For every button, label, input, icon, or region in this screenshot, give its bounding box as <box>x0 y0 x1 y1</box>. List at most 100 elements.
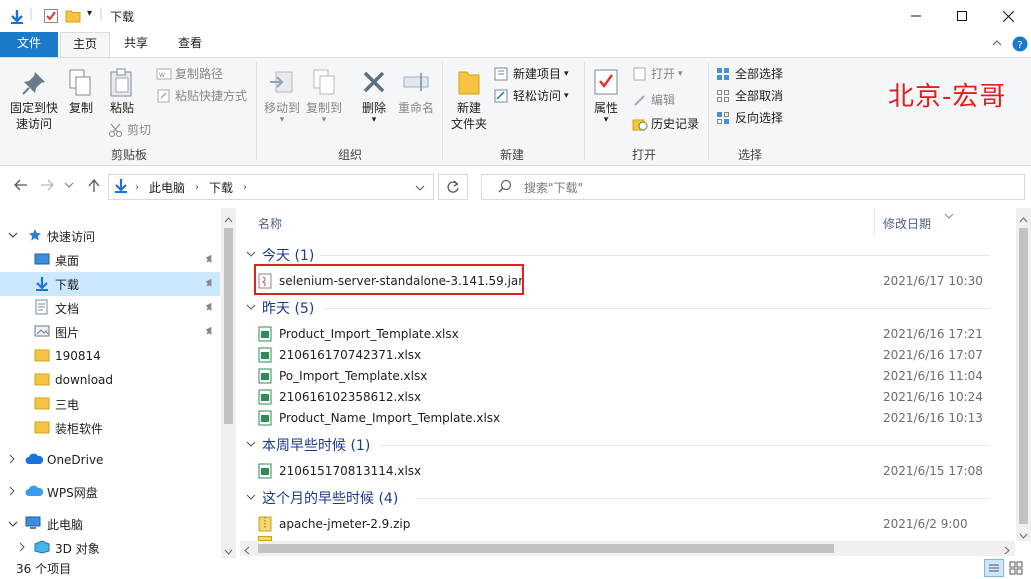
edit-button[interactable]: 编辑 <box>632 92 675 108</box>
collapse-ribbon-icon[interactable] <box>991 37 1003 52</box>
nav-wps[interactable]: WPS网盘 <box>0 480 220 504</box>
column-header-date[interactable]: 修改日期 <box>883 215 931 232</box>
collapse-chevron-icon[interactable] <box>246 493 256 504</box>
tab-file[interactable]: 文件 <box>0 32 58 57</box>
file-row[interactable]: apache-jmeter-2.9.zip 2021/6/2 9:00 <box>254 513 991 534</box>
file-list-scroll-thumb[interactable] <box>1019 228 1028 524</box>
refresh-button[interactable] <box>438 174 468 200</box>
group-header-yesterday[interactable]: 昨天 (5) <box>246 297 314 319</box>
nav-onedrive[interactable]: OneDrive <box>0 448 220 472</box>
item-count: 36 个项目 <box>16 562 72 576</box>
file-list-scrollbar[interactable] <box>1016 208 1031 541</box>
easy-access-button[interactable]: 轻松访问 ▾ <box>494 88 569 104</box>
scroll-down-icon[interactable] <box>1019 528 1028 542</box>
nav-item-folder-download[interactable]: download <box>0 368 220 392</box>
up-arrow-icon[interactable] <box>88 178 100 197</box>
column-separator[interactable] <box>874 208 875 236</box>
recent-locations-icon[interactable] <box>64 181 74 192</box>
nav-quick-access[interactable]: 快速访问 <box>0 224 220 248</box>
expand-chevron-icon[interactable] <box>8 231 18 242</box>
scroll-up-icon[interactable] <box>224 212 233 226</box>
scroll-left-icon[interactable] <box>244 544 250 558</box>
horizontal-scroll-thumb[interactable] <box>258 544 834 553</box>
maximize-button[interactable] <box>939 0 985 32</box>
history-button[interactable]: 历史记录 <box>632 116 699 132</box>
scroll-up-icon[interactable] <box>1019 212 1028 226</box>
nav-item-pictures[interactable]: 图片 <box>0 320 220 344</box>
address-dropdown-icon[interactable] <box>415 181 425 195</box>
forward-arrow-icon[interactable] <box>40 179 54 195</box>
nav-this-pc[interactable]: 此电脑 <box>0 512 220 536</box>
minimize-button[interactable] <box>893 0 939 32</box>
paste-button[interactable]: 粘贴 <box>104 68 140 116</box>
nav-scrollbar[interactable] <box>221 208 236 558</box>
ribbon-tabs: 文件 主页 共享 查看 ? <box>0 32 1031 58</box>
horizontal-scrollbar[interactable] <box>240 541 1015 556</box>
nav-item-folder-sandian[interactable]: 三电 <box>0 392 220 416</box>
delete-button[interactable]: 删除 ▾ <box>356 68 392 125</box>
search-box[interactable]: 搜索"下载" <box>481 174 1025 200</box>
breadcrumb-chevron-icon: › <box>243 181 248 193</box>
group-header-today[interactable]: 今天 (1) <box>246 244 314 266</box>
scroll-down-icon[interactable] <box>224 544 233 558</box>
nav-item-documents[interactable]: 文档 <box>0 296 220 320</box>
nav-item-folder-190814[interactable]: 190814 <box>0 344 220 368</box>
expand-chevron-icon[interactable] <box>8 485 16 499</box>
collapse-chevron-icon[interactable] <box>246 440 256 451</box>
pin-icon[interactable] <box>205 278 215 291</box>
nav-3d-objects[interactable]: 3D 对象 <box>0 536 220 560</box>
nav-item-downloads[interactable]: 下载 <box>0 272 220 296</box>
open-button[interactable]: 打开 ▾ <box>632 66 683 82</box>
paste-shortcut-button[interactable]: 粘贴快捷方式 <box>156 88 247 104</box>
file-row[interactable]: Product_Name_Import_Template.xlsx 2021/6… <box>254 407 991 428</box>
copy-path-button[interactable]: W 复制路径 <box>156 66 223 82</box>
group-header-earlier-this-month[interactable]: 这个月的早些时候 (4) <box>246 487 398 509</box>
new-item-button[interactable]: 新建项目 ▾ <box>494 66 569 82</box>
collapse-chevron-icon[interactable] <box>246 303 256 314</box>
scroll-right-icon[interactable] <box>1004 544 1010 558</box>
file-row[interactable]: 210616102358612.xlsx 2021/6/16 10:24 <box>254 386 991 407</box>
file-row[interactable]: Po_Import_Template.xlsx 2021/6/16 11:04 <box>254 365 991 386</box>
tab-view[interactable]: 查看 <box>166 32 214 57</box>
move-to-button[interactable]: 移动到 ▾ <box>262 68 302 125</box>
file-row[interactable]: Product_Import_Template.xlsx 2021/6/16 1… <box>254 323 991 344</box>
file-row[interactable]: 210615170813114.xlsx 2021/6/15 17:08 <box>254 460 991 481</box>
tab-home[interactable]: 主页 <box>60 32 111 58</box>
new-folder-button[interactable]: 新建 文件夹 <box>448 68 490 132</box>
download-folder-icon[interactable] <box>8 8 26 29</box>
group-header-earlier-this-week[interactable]: 本周早些时候 (1) <box>246 434 370 456</box>
nav-item-desktop[interactable]: 桌面 <box>0 248 220 272</box>
expand-chevron-icon[interactable] <box>8 517 18 531</box>
collapse-chevron-icon[interactable] <box>246 250 256 261</box>
back-arrow-icon[interactable] <box>14 179 28 195</box>
new-folder-icon[interactable] <box>65 8 81 27</box>
rename-button[interactable]: 重命名 <box>396 68 436 116</box>
breadcrumb-downloads[interactable]: 下载 <box>209 179 233 196</box>
properties-icon[interactable] <box>43 8 59 27</box>
close-button[interactable] <box>985 0 1031 32</box>
column-header-name[interactable]: 名称 <box>258 215 282 232</box>
pin-icon[interactable] <box>205 326 215 339</box>
customize-toolbar-icon[interactable]: ▾ <box>87 8 92 19</box>
copy-to-button[interactable]: 复制到 ▾ <box>304 68 344 125</box>
large-icons-view-button[interactable] <box>1008 560 1024 579</box>
expand-chevron-icon[interactable] <box>8 453 16 467</box>
copy-button[interactable]: 复制 <box>64 68 98 116</box>
nav-item-folder-zhuanggui[interactable]: 装柜软件 <box>0 416 220 440</box>
properties-button[interactable]: 属性 ▾ <box>588 68 624 125</box>
expand-chevron-icon[interactable] <box>18 541 26 555</box>
address-bar[interactable]: › 此电脑 › 下载 › <box>108 174 434 200</box>
pin-icon[interactable] <box>205 302 215 315</box>
tab-share[interactable]: 共享 <box>112 32 160 57</box>
details-view-button[interactable] <box>984 559 1004 577</box>
pin-icon[interactable] <box>205 254 215 267</box>
cut-button[interactable]: 剪切 <box>108 122 151 138</box>
breadcrumb-this-pc[interactable]: 此电脑 <box>149 179 185 196</box>
invert-selection-button[interactable]: 反向选择 <box>716 110 783 126</box>
select-all-button[interactable]: 全部选择 <box>716 66 783 82</box>
nav-scroll-thumb[interactable] <box>224 228 233 424</box>
help-icon[interactable]: ? <box>1012 36 1028 55</box>
file-row[interactable]: 210616170742371.xlsx 2021/6/16 17:07 <box>254 344 991 365</box>
select-none-button[interactable]: 全部取消 <box>716 88 783 104</box>
pin-quick-access-button[interactable]: 固定到快 速访问 <box>6 68 62 132</box>
